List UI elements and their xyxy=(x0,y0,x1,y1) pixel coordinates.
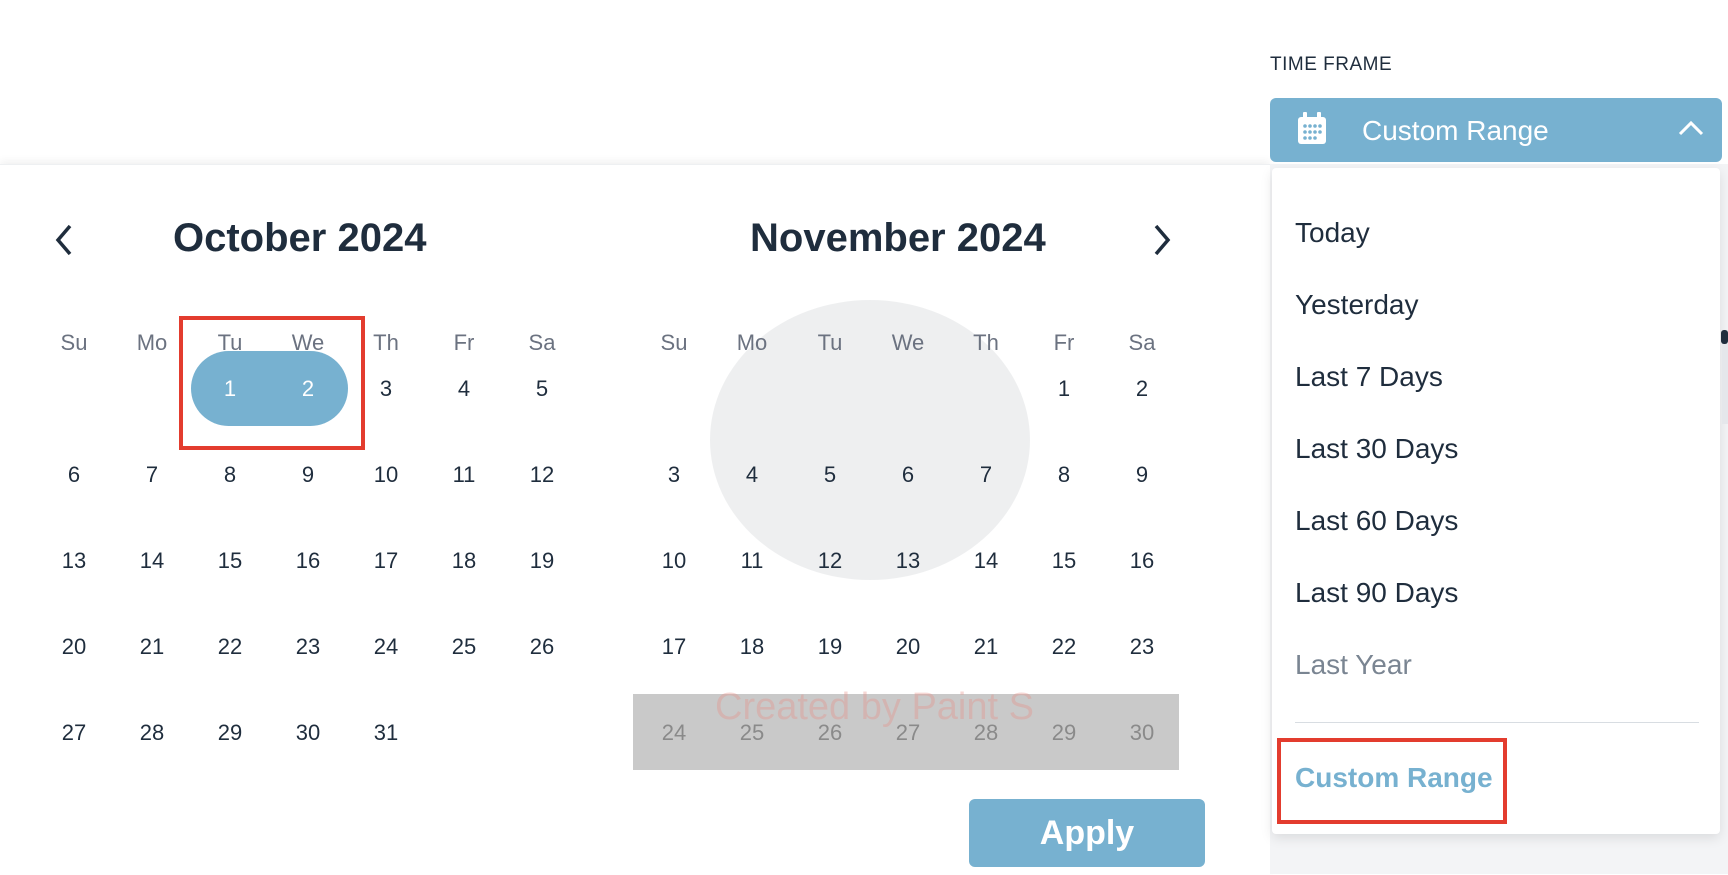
calendar-icon xyxy=(1298,112,1326,144)
calendar-day[interactable]: 15 xyxy=(1034,548,1094,574)
calendar-day[interactable]: 6 xyxy=(878,462,938,488)
calendar-day[interactable]: 31 xyxy=(356,720,416,746)
selected-range-highlight-box xyxy=(179,316,365,450)
dropdown-divider xyxy=(1295,722,1699,723)
weekday-header: Fr xyxy=(1053,330,1075,355)
calendar-day[interactable]: 25 xyxy=(434,634,494,660)
calendar-day[interactable]: 9 xyxy=(278,462,338,488)
weekday-header: Sa xyxy=(1128,330,1156,355)
calendar-day[interactable]: 18 xyxy=(722,634,782,660)
calendar-day[interactable]: 7 xyxy=(122,462,182,488)
chevron-left-icon[interactable] xyxy=(50,220,80,260)
calendar-day[interactable]: 4 xyxy=(722,462,782,488)
calendar-day[interactable]: 7 xyxy=(956,462,1016,488)
option-last-year[interactable]: Last Year xyxy=(1295,649,1412,681)
calendar-day[interactable]: 19 xyxy=(800,634,860,660)
calendar-day[interactable]: 22 xyxy=(1034,634,1094,660)
calendar-day[interactable]: 23 xyxy=(1112,634,1172,660)
weekday-header: Fr xyxy=(453,330,475,355)
watermark-text: Created by Paint S xyxy=(715,686,1034,728)
calendar-day[interactable]: 11 xyxy=(722,548,782,574)
calendar-day[interactable]: 29 xyxy=(200,720,260,746)
calendar-day[interactable]: 9 xyxy=(1112,462,1172,488)
calendar-day[interactable]: 2 xyxy=(1112,376,1172,402)
option-yesterday[interactable]: Yesterday xyxy=(1295,289,1419,321)
calendar-day[interactable]: 17 xyxy=(644,634,704,660)
calendar-day: 30 xyxy=(1129,720,1155,745)
calendar-day[interactable]: 18 xyxy=(434,548,494,574)
palette-watermark-icon xyxy=(710,300,1030,580)
time-frame-label: TIME FRAME xyxy=(1270,54,1393,75)
calendar-day[interactable]: 5 xyxy=(512,376,572,402)
calendar-day[interactable]: 21 xyxy=(956,634,1016,660)
calendar-day[interactable]: 4 xyxy=(434,376,494,402)
calendar-day[interactable]: 30 xyxy=(278,720,338,746)
calendar-day: 24 xyxy=(661,720,687,745)
calendar-day[interactable]: 10 xyxy=(356,462,416,488)
calendar-day[interactable]: 15 xyxy=(200,548,260,574)
calendar-day[interactable]: 12 xyxy=(512,462,572,488)
calendar-day[interactable]: 21 xyxy=(122,634,182,660)
apply-button[interactable]: Apply xyxy=(969,799,1205,867)
calendar-day[interactable]: 27 xyxy=(44,720,104,746)
weekday-header: We xyxy=(891,330,925,355)
calendar-day[interactable]: 24 xyxy=(356,634,416,660)
scrollbar-thumb[interactable] xyxy=(1721,330,1728,344)
calendar-day[interactable]: 28 xyxy=(122,720,182,746)
calendar-day[interactable]: 20 xyxy=(44,634,104,660)
option-last-90-days[interactable]: Last 90 Days xyxy=(1295,577,1458,609)
calendar-day[interactable]: 13 xyxy=(878,548,938,574)
calendar-day[interactable]: 20 xyxy=(878,634,938,660)
calendar-day[interactable]: 14 xyxy=(956,548,1016,574)
weekday-header: Sa xyxy=(528,330,556,355)
weekday-header: Su xyxy=(660,330,688,355)
calendar-day[interactable]: 22 xyxy=(200,634,260,660)
weekday-header: Su xyxy=(60,330,88,355)
calendar-day[interactable]: 13 xyxy=(44,548,104,574)
chevron-up-icon[interactable] xyxy=(1678,120,1704,136)
weekday-header: Th xyxy=(973,330,999,355)
calendar-day[interactable]: 12 xyxy=(800,548,860,574)
option-last-30-days[interactable]: Last 30 Days xyxy=(1295,433,1458,465)
chevron-right-icon[interactable] xyxy=(1146,220,1176,260)
calendar-day[interactable]: 26 xyxy=(512,634,572,660)
month-title-november: November 2024 xyxy=(750,216,1046,260)
calendar-day[interactable]: 11 xyxy=(434,462,494,488)
option-today[interactable]: Today xyxy=(1295,217,1370,249)
calendar-day[interactable]: 16 xyxy=(1112,548,1172,574)
calendar-day[interactable]: 19 xyxy=(512,548,572,574)
calendar-day: 29 xyxy=(1051,720,1077,745)
calendar-day[interactable]: 17 xyxy=(356,548,416,574)
calendar-day[interactable]: 14 xyxy=(122,548,182,574)
scrollbar-track[interactable] xyxy=(1722,330,1728,424)
custom-range-highlight-box xyxy=(1277,738,1507,824)
calendar-day[interactable]: 16 xyxy=(278,548,338,574)
calendar-day[interactable]: 23 xyxy=(278,634,338,660)
option-last-60-days[interactable]: Last 60 Days xyxy=(1295,505,1458,537)
weekday-header: Tu xyxy=(817,330,843,355)
calendar-day[interactable]: 3 xyxy=(356,376,416,402)
calendar-day[interactable]: 8 xyxy=(1034,462,1094,488)
time-frame-dropdown: Today Yesterday Last 7 Days Last 30 Days… xyxy=(1272,168,1720,834)
weekday-header: Th xyxy=(373,330,399,355)
calendar-day[interactable]: 5 xyxy=(800,462,860,488)
calendar-day[interactable]: 10 xyxy=(644,548,704,574)
calendar-day[interactable]: 3 xyxy=(644,462,704,488)
calendar-day[interactable]: 1 xyxy=(1034,376,1094,402)
weekday-header: Mo xyxy=(136,330,168,355)
calendar-day[interactable]: 6 xyxy=(44,462,104,488)
time-frame-value: Custom Range xyxy=(1362,115,1549,146)
option-last-7-days[interactable]: Last 7 Days xyxy=(1295,361,1443,393)
calendar-day[interactable]: 8 xyxy=(200,462,260,488)
month-title-october: October 2024 xyxy=(173,216,427,260)
time-frame-select[interactable]: Custom Range xyxy=(1270,98,1722,162)
weekday-header: Mo xyxy=(736,330,768,355)
